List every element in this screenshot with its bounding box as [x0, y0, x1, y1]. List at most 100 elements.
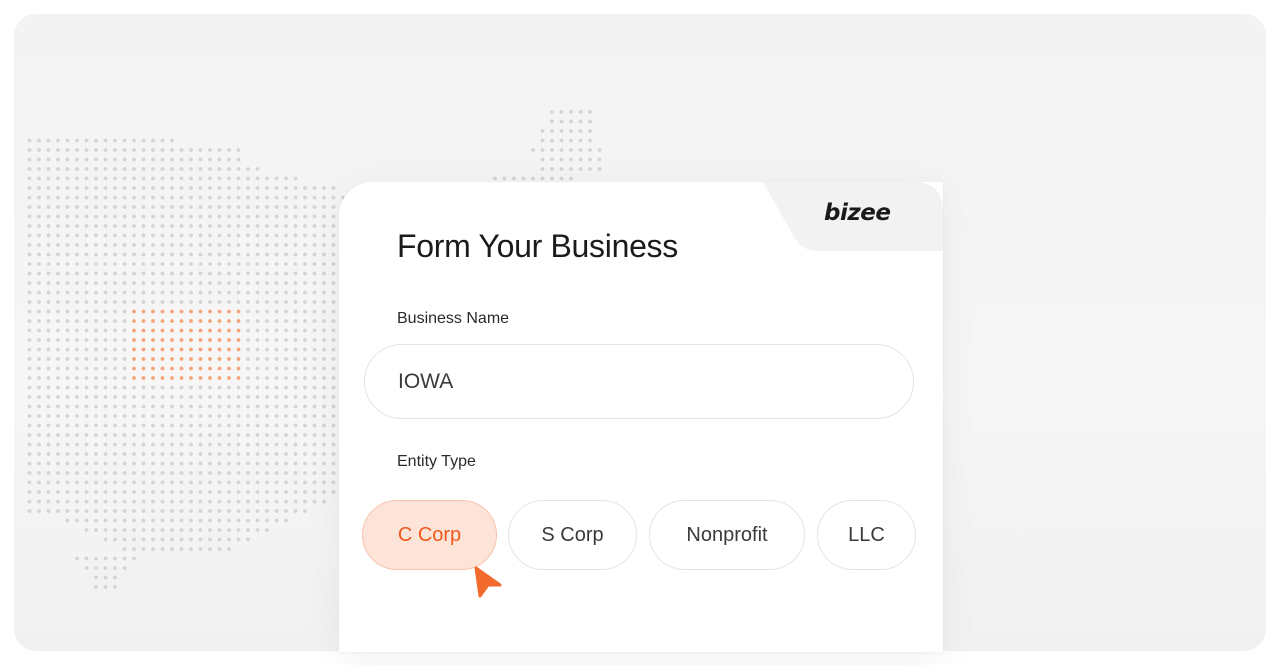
map-dot	[160, 195, 165, 200]
map-dot	[303, 461, 307, 466]
map-dot	[65, 214, 70, 219]
map-dot	[37, 148, 41, 152]
map-dot	[27, 233, 32, 238]
map-dot	[198, 461, 203, 466]
map-dot	[132, 281, 136, 285]
map-dot	[56, 176, 60, 181]
map-dot	[75, 319, 79, 323]
map-dot	[208, 518, 212, 523]
business-name-input[interactable]: IOWA	[364, 344, 914, 419]
map-dot	[94, 195, 98, 200]
map-dot	[56, 433, 60, 437]
map-dot	[588, 157, 592, 162]
map-dot	[75, 262, 79, 266]
map-dot	[160, 395, 165, 399]
map-dot	[303, 252, 307, 257]
map-dot	[103, 471, 108, 475]
map-dot	[56, 480, 60, 485]
map-dot	[312, 186, 317, 190]
map-dot	[208, 157, 212, 162]
map-dot	[160, 547, 165, 551]
map-dot	[312, 224, 317, 228]
map-dot	[284, 214, 288, 219]
map-dot	[255, 404, 260, 409]
map-dot	[46, 300, 51, 304]
map-dot	[160, 385, 165, 390]
map-dot	[236, 404, 241, 409]
map-dot	[303, 357, 307, 361]
map-dot	[132, 176, 136, 181]
map-dot	[151, 290, 155, 295]
map-dot	[84, 433, 89, 437]
map-dot	[37, 157, 41, 162]
map-dot	[37, 186, 41, 190]
map-dot	[151, 433, 155, 437]
map-dot	[208, 404, 212, 409]
map-dot	[322, 461, 326, 466]
map-dot	[255, 518, 260, 523]
map-dot	[236, 186, 241, 190]
map-dot	[265, 252, 269, 257]
map-dot	[132, 452, 136, 456]
map-dot	[84, 309, 89, 314]
map-dot	[75, 338, 79, 342]
map-dot	[322, 338, 326, 342]
business-name-value: IOWA	[398, 369, 454, 393]
map-dot	[179, 414, 184, 418]
map-dot	[113, 224, 117, 228]
iowa-dot	[198, 357, 203, 361]
map-dot	[75, 214, 79, 219]
map-dot	[27, 395, 32, 399]
map-dot	[331, 186, 336, 190]
map-dot	[160, 167, 165, 171]
map-dot	[322, 414, 326, 418]
iowa-dot	[208, 309, 212, 314]
iowa-dot	[236, 338, 241, 342]
map-dot	[198, 148, 203, 152]
map-dot	[94, 433, 98, 437]
map-dot	[113, 518, 117, 523]
map-dot	[312, 319, 317, 323]
entity-option-llc[interactable]: LLC	[817, 500, 916, 570]
entity-option-nonprofit[interactable]: Nonprofit	[649, 500, 805, 570]
map-dot	[227, 395, 231, 399]
iowa-dot	[151, 347, 155, 352]
map-dot	[151, 167, 155, 171]
entity-option-s-corp[interactable]: S Corp	[508, 500, 637, 570]
map-dot	[312, 357, 317, 361]
map-dot	[246, 262, 250, 266]
map-dot	[170, 414, 174, 418]
map-dot	[246, 537, 250, 542]
map-dot	[113, 490, 117, 494]
map-dot	[103, 357, 108, 361]
iowa-dot	[217, 328, 222, 333]
map-dot	[293, 395, 298, 399]
map-dot	[227, 499, 231, 504]
iowa-dot	[217, 338, 222, 342]
map-dot	[46, 271, 51, 276]
map-dot	[217, 452, 222, 456]
map-dot	[160, 186, 165, 190]
map-dot	[75, 404, 79, 409]
map-dot	[312, 480, 317, 485]
map-dot	[284, 347, 288, 352]
map-dot	[284, 480, 288, 485]
iowa-dot	[198, 376, 203, 380]
map-dot	[75, 328, 79, 333]
map-dot	[27, 186, 32, 190]
map-dot	[255, 528, 260, 532]
map-dot	[198, 224, 203, 228]
map-dot	[284, 233, 288, 238]
map-dot	[293, 499, 298, 504]
map-dot	[246, 433, 250, 437]
map-dot	[322, 262, 326, 266]
map-dot	[198, 252, 203, 257]
map-dot	[312, 262, 317, 266]
map-dot	[322, 357, 326, 361]
map-dot	[265, 404, 269, 409]
map-dot	[236, 480, 241, 485]
map-dot	[293, 300, 298, 304]
map-dot	[84, 300, 89, 304]
map-dot	[265, 480, 269, 485]
map-dot	[160, 423, 165, 428]
